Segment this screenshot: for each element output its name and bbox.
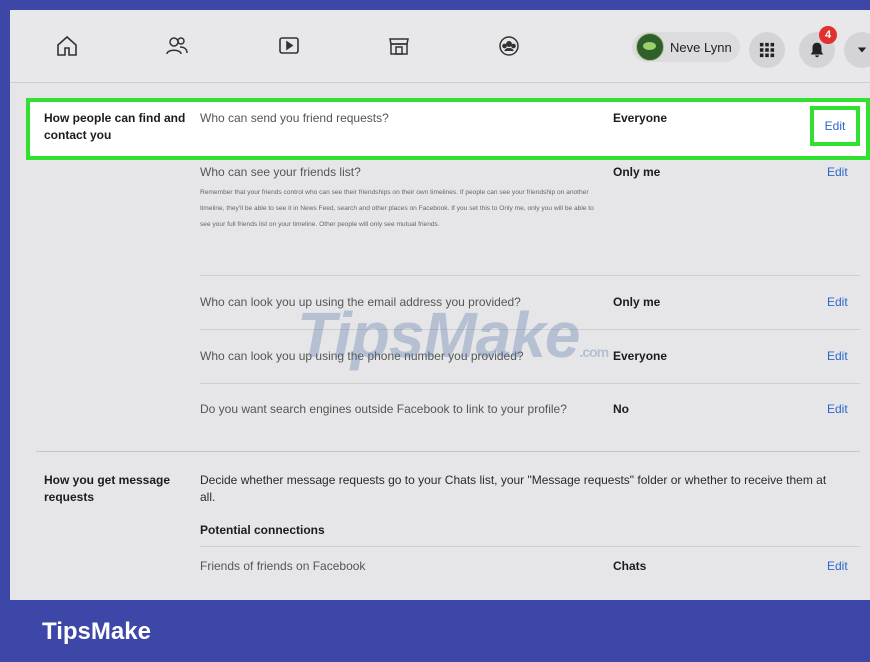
caret-down-icon	[857, 47, 867, 53]
edit-friend-requests-highlight: Edit	[810, 106, 860, 146]
question-search-engines: Do you want search engines outside Faceb…	[200, 402, 567, 416]
marketplace-icon[interactable]	[385, 32, 413, 60]
watch-icon[interactable]	[275, 32, 303, 60]
question-friend-requests: Who can send you friend requests?	[200, 111, 389, 125]
account-menu-button[interactable]	[844, 32, 870, 68]
groups-icon[interactable]	[495, 32, 523, 60]
edit-friends-list-link[interactable]: Edit	[827, 165, 848, 179]
settings-screen: Neve Lynn 4 How people can find and cont…	[10, 10, 870, 600]
value-friend-requests: Everyone	[613, 111, 668, 125]
friends-list-description: Remember that your friends control who c…	[200, 189, 594, 228]
notifications-button[interactable]: 4	[799, 26, 837, 68]
edit-phone-lookup-link[interactable]: Edit	[827, 349, 848, 363]
value-email-lookup: Only me	[613, 295, 661, 309]
value-friends-of-friends: Chats	[613, 559, 647, 573]
value-search-engines: No	[613, 402, 629, 416]
edit-search-engines-link[interactable]: Edit	[827, 402, 848, 416]
value-friends-list: Only me	[613, 165, 661, 179]
top-navigation-bar: Neve Lynn 4	[10, 10, 870, 83]
watermark: TipsMake.com	[297, 298, 610, 372]
section-title-message-requests: How you get message requests	[44, 473, 171, 504]
section-divider	[36, 451, 860, 452]
footer-brand: TipsMake	[42, 618, 151, 645]
profile-name: Neve Lynn	[670, 39, 732, 55]
message-requests-description: Decide whether message requests go to yo…	[200, 473, 827, 504]
watermark-text: TipsMake	[297, 299, 580, 371]
row-divider	[200, 546, 860, 547]
row-divider	[200, 275, 860, 276]
edit-email-lookup-link[interactable]: Edit	[827, 295, 848, 309]
row-divider	[200, 383, 860, 384]
question-friends-of-friends: Friends of friends on Facebook	[200, 559, 366, 573]
edit-friend-requests-link[interactable]: Edit	[825, 119, 846, 133]
edit-friends-of-friends-link[interactable]: Edit	[827, 559, 848, 573]
potential-connections-heading: Potential connections	[200, 523, 325, 537]
home-icon[interactable]	[53, 32, 81, 60]
grid-icon	[759, 42, 775, 58]
profile-button[interactable]: Neve Lynn	[632, 32, 740, 62]
watermark-suffix: .com	[579, 344, 610, 360]
friends-icon[interactable]	[163, 32, 191, 60]
section-title-find-contact: How people can find and contact you	[44, 111, 186, 142]
value-phone-lookup: Everyone	[613, 349, 668, 363]
notification-badge: 4	[819, 26, 837, 44]
avatar	[636, 33, 664, 61]
bell-icon	[810, 42, 824, 58]
menu-grid-button[interactable]	[749, 32, 785, 68]
question-friends-list: Who can see your friends list?	[200, 165, 361, 179]
